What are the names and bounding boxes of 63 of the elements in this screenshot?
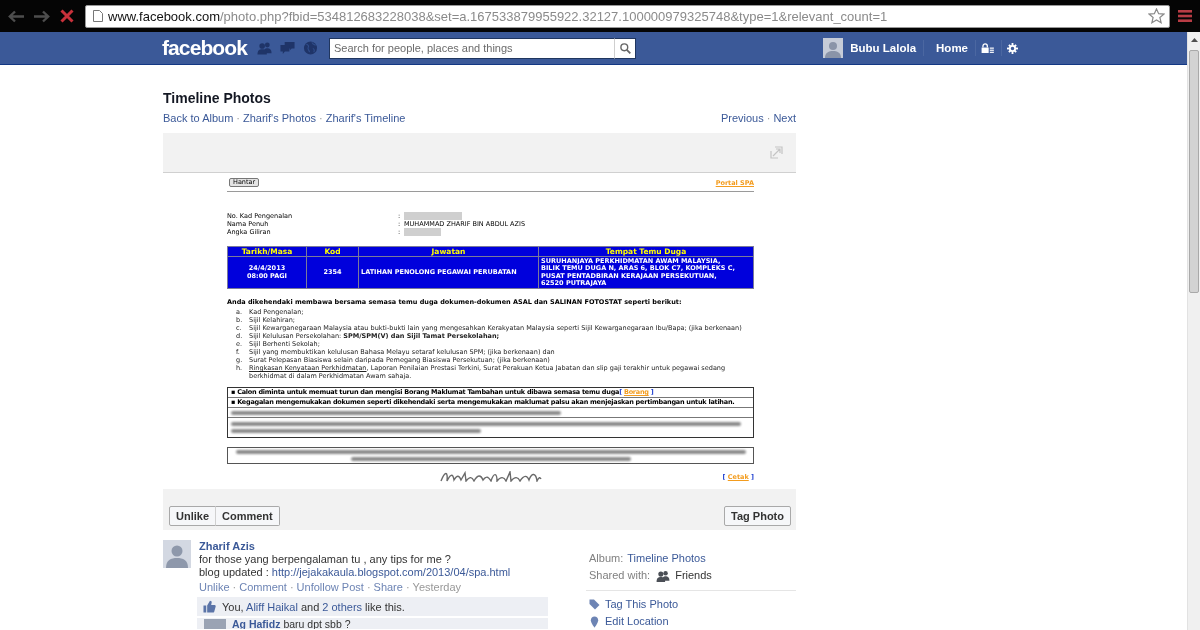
breadcrumb-link[interactable]: Back to Album <box>163 112 234 125</box>
search-icon <box>619 42 631 54</box>
timestamp: Yesterday <box>412 581 462 594</box>
search-button[interactable] <box>614 37 636 59</box>
redacted-block <box>404 212 462 220</box>
back-icon[interactable] <box>8 9 25 23</box>
thumbs-up-icon <box>203 600 216 613</box>
messages-icon[interactable] <box>280 41 295 55</box>
user-avatar[interactable] <box>823 38 844 58</box>
pager-link[interactable]: Previous <box>720 112 764 125</box>
action-link[interactable]: Unlike <box>199 581 230 594</box>
action-link[interactable]: Unfollow Post <box>296 581 364 594</box>
option-link[interactable]: Tag This Photo <box>605 598 679 611</box>
close-icon[interactable] <box>60 9 74 23</box>
separator-dot: · <box>232 581 237 594</box>
scrollbar-thumb[interactable] <box>1189 50 1199 293</box>
separator-dot: · <box>289 581 294 594</box>
tag-photo-button[interactable]: Tag Photo <box>724 506 791 526</box>
separator-dot: · <box>366 581 371 594</box>
settings-icon[interactable] <box>1007 42 1018 54</box>
tag-icon <box>589 599 600 610</box>
page-icon <box>93 10 103 22</box>
pager-link[interactable]: Next <box>773 112 796 125</box>
detail-label: Shared with: <box>589 569 651 582</box>
liker-link[interactable]: 2 others <box>322 600 363 613</box>
forward-icon[interactable] <box>33 9 50 23</box>
expand-icon[interactable] <box>770 146 783 159</box>
action-link[interactable]: Share <box>373 581 403 594</box>
redacted-block <box>404 228 441 236</box>
post-message: for those yang berpengalaman tu , any tips for me ? blog updated : http://jejakakaula.blogspot.com/2013/04/spa.html <box>199 553 511 579</box>
breadcrumb-link[interactable]: Zharif's Photos <box>243 112 317 125</box>
scrollbar[interactable] <box>1187 32 1200 630</box>
liker-link[interactable]: Aliff Haikal <box>246 600 298 613</box>
avatar[interactable] <box>163 540 191 568</box>
photo-action-button[interactable]: Unlike <box>169 506 216 526</box>
separator-dot: · <box>319 112 323 125</box>
star-icon[interactable] <box>1148 8 1165 24</box>
separator-dot: · <box>236 112 240 125</box>
pin-icon <box>590 615 599 628</box>
profile-link[interactable]: Bubu Lalola <box>850 42 917 54</box>
search-field[interactable]: Search for people, places and things <box>329 37 614 59</box>
action-link[interactable]: Comment <box>239 581 287 594</box>
site-logo[interactable]: facebook <box>162 36 247 60</box>
separator-dot: · <box>405 581 410 594</box>
lock-icon[interactable] <box>981 43 994 53</box>
detail-label: Album: <box>589 552 624 565</box>
friends-icon <box>656 569 671 582</box>
post-link[interactable]: http://jejakakaula.blogspot.com/2013/04/spa.html <box>271 566 511 578</box>
scroll-up-icon[interactable] <box>1190 38 1198 42</box>
option-link[interactable]: Edit Location <box>605 615 669 628</box>
photo-action-button[interactable]: Comment <box>215 506 280 526</box>
friends-icon[interactable] <box>257 41 272 55</box>
likes-text: You, Aliff Haikal and 2 others like this. <box>222 600 405 613</box>
author-link[interactable]: Zharif Azis <box>199 540 255 553</box>
address-bar[interactable]: www.facebook.com/photo.php?fbid=534812683228038&set=a.167533879955922.32127.100000979325748&type=1&relevant_count=1 <box>85 4 1170 28</box>
separator-dot: · <box>766 112 771 125</box>
menu-icon[interactable] <box>1178 10 1192 22</box>
page-title: Timeline Photos <box>163 89 272 107</box>
globe-icon[interactable] <box>303 41 318 55</box>
nav-link[interactable]: Home <box>936 42 968 54</box>
breadcrumb-link[interactable]: Zharif's Timeline <box>325 112 406 125</box>
audience-text: Friends <box>675 569 712 582</box>
album-link[interactable]: Timeline Photos <box>627 552 706 565</box>
